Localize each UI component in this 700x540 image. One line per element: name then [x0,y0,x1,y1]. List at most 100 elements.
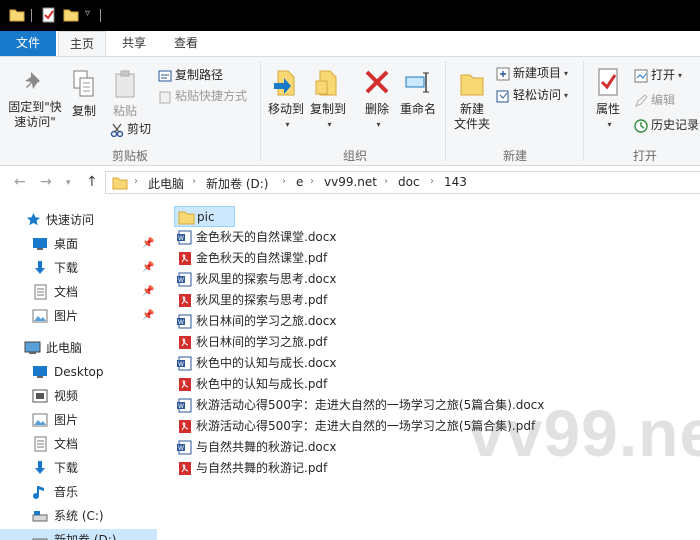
history-button[interactable]: 历史记录 [634,116,699,134]
sidebar-item-new-volume-d[interactable]: 新加卷 (D:) [0,529,157,540]
easy-access-dropdown-icon: ▾ [564,90,569,100]
tab-file[interactable]: 文件 [0,31,56,56]
file-row[interactable]: W 秋色中的认知与成长.docx [174,353,544,374]
pin-to-quick-access-button[interactable]: 固定到"快 速访问" [4,69,66,130]
file-row[interactable]: W 秋日林间的学习之旅.docx [174,311,544,332]
new-item-dropdown-icon: ▾ [564,68,569,78]
up-arrow-icon[interactable]: ↑ [86,174,98,190]
sidebar-item-downloads[interactable]: 下载 📌 [0,257,157,279]
sidebar-item-system-c[interactable]: 系统 (C:) [0,505,157,527]
cut-button[interactable]: 剪切 [110,120,151,138]
properties-label: 属性 [595,102,620,116]
pdf-icon [177,461,192,483]
delete-button[interactable]: 删除 ▾ [361,67,393,132]
sidebar-item-videos[interactable]: 视频 [0,385,157,407]
file-row[interactable]: 秋色中的认知与成长.pdf [174,374,544,395]
sidebar-label: 下载 [54,261,79,275]
history-icon [634,118,648,133]
paste-shortcut-label: 粘贴快捷方式 [175,89,248,103]
sidebar-item-documents-pc[interactable]: 文档 [0,433,157,455]
edit-label: 编辑 [651,93,676,107]
file-list: pic W 金色秋天的自然课堂.docx 金色秋天的自然课堂.pdf W 秋风里的探索与思… [157,199,700,540]
move-to-button[interactable]: 移动到 ▾ [265,67,307,132]
breadcrumb-this-pc[interactable]: 此电脑 [148,175,184,192]
file-name: pic [197,210,215,224]
file-row[interactable]: W 金色秋天的自然课堂.docx [174,227,544,248]
tab-view[interactable]: 查看 [164,31,208,56]
sidebar-label: 快速访问 [46,213,95,227]
svg-text:W: W [178,277,184,284]
edit-icon [635,93,648,107]
sidebar-label: 新加卷 (D:) [54,533,117,540]
copy-to-dropdown-icon: ▾ [327,120,332,129]
move-to-label: 移动到 [267,102,304,116]
scissors-icon [110,123,124,137]
edit-button[interactable]: 编辑 [634,91,675,109]
properties-icon[interactable] [41,7,57,23]
file-row[interactable]: 秋风里的探索与思考.pdf [174,290,544,311]
sidebar-item-downloads-pc[interactable]: 下载 [0,457,157,479]
copy-button[interactable]: 复制 [68,69,100,119]
sidebar-item-desktop-en[interactable]: Desktop [0,361,157,383]
group-divider [583,61,584,161]
sidebar-item-quick-access[interactable]: 快速访问 [0,209,157,231]
paste-button[interactable]: 粘贴 [108,69,142,119]
qat-dropdown-icon[interactable]: ▿ [85,8,90,24]
new-folder-button[interactable]: 新建 文件夹 [450,67,494,132]
sidebar-item-desktop[interactable]: 桌面 📌 [0,233,157,255]
file-name: 秋风里的探索与思考.docx [196,272,337,286]
open-label: 打开 [651,68,676,82]
breadcrumb-separator-icon: › [282,176,286,187]
qat-divider [31,9,32,22]
breadcrumb-separator-icon: › [384,176,388,187]
breadcrumb-drive-d[interactable]: 新加卷 (D:) [206,175,268,192]
breadcrumb-separator-icon: › [192,176,196,187]
sidebar-item-pictures-pc[interactable]: 图片 [0,409,157,431]
group-divider [445,61,446,161]
sidebar-item-this-pc[interactable]: 此电脑 [0,337,157,359]
delete-icon [365,70,389,94]
breadcrumb-143[interactable]: 143 [444,175,467,189]
recent-locations-chevron-icon[interactable]: ▾ [66,178,71,188]
file-row[interactable]: 秋日林间的学习之旅.pdf [174,332,544,353]
rename-button[interactable]: 重命名 [397,67,439,117]
back-arrow-icon[interactable]: ← [14,174,26,190]
new-item-label: 新建项目 [513,66,562,80]
properties-icon [598,68,618,96]
address-bar[interactable]: › 此电脑 › 新加卷 (D:) › e › vv99.net › doc › … [105,171,700,194]
properties-button[interactable]: 属性 ▾ [590,67,626,132]
folder-row[interactable]: pic [174,206,235,227]
group-divider [260,61,261,161]
paste-shortcut-button[interactable]: 粘贴快捷方式 [158,87,247,105]
rename-label: 重命名 [399,102,436,116]
open-button[interactable]: 打开 ▾ [634,66,682,84]
picture-icon [32,413,48,427]
sidebar-item-pictures[interactable]: 图片 📌 [0,305,157,327]
file-row[interactable]: W 秋风里的探索与思考.docx [174,269,544,290]
forward-arrow-icon[interactable]: → [40,174,52,190]
file-name: 秋日林间的学习之旅.pdf [196,335,328,349]
easy-access-button[interactable]: 轻松访问 ▾ [496,86,568,104]
breadcrumb-e[interactable]: e [296,175,303,189]
sidebar-label: Desktop [54,365,104,379]
clipboard-group-label: 剪贴板 [111,149,148,163]
copy-path-button[interactable]: 复制路径 [158,66,223,84]
sidebar-item-music[interactable]: 音乐 [0,481,157,503]
download-arrow-icon [35,261,45,274]
organize-group-label: 组织 [342,149,367,163]
breadcrumb-vv99[interactable]: vv99.net [324,175,377,189]
new-folder-label-line2: 文件夹 [453,117,490,131]
sidebar-item-documents[interactable]: 文档 📌 [0,281,157,303]
file-name: 与自然共舞的秋游记.pdf [196,461,328,475]
move-to-dropdown-icon: ▾ [285,120,290,129]
breadcrumb-doc[interactable]: doc [398,175,420,189]
tab-share[interactable]: 共享 [112,31,156,56]
file-row[interactable]: 金色秋天的自然课堂.pdf [174,248,544,269]
copy-to-button[interactable]: 复制到 ▾ [307,67,349,132]
new-item-button[interactable]: 新建项目 ▾ [496,64,568,82]
new-folder-icon[interactable] [63,7,79,23]
pin-label-line2: 速访问" [14,115,56,129]
computer-icon [24,341,41,354]
tab-home[interactable]: 主页 [58,31,106,57]
navigation-pane: 快速访问 桌面 📌 下载 📌 文档 📌 图片 📌 此电脑 Desktop 视频 … [0,199,157,540]
